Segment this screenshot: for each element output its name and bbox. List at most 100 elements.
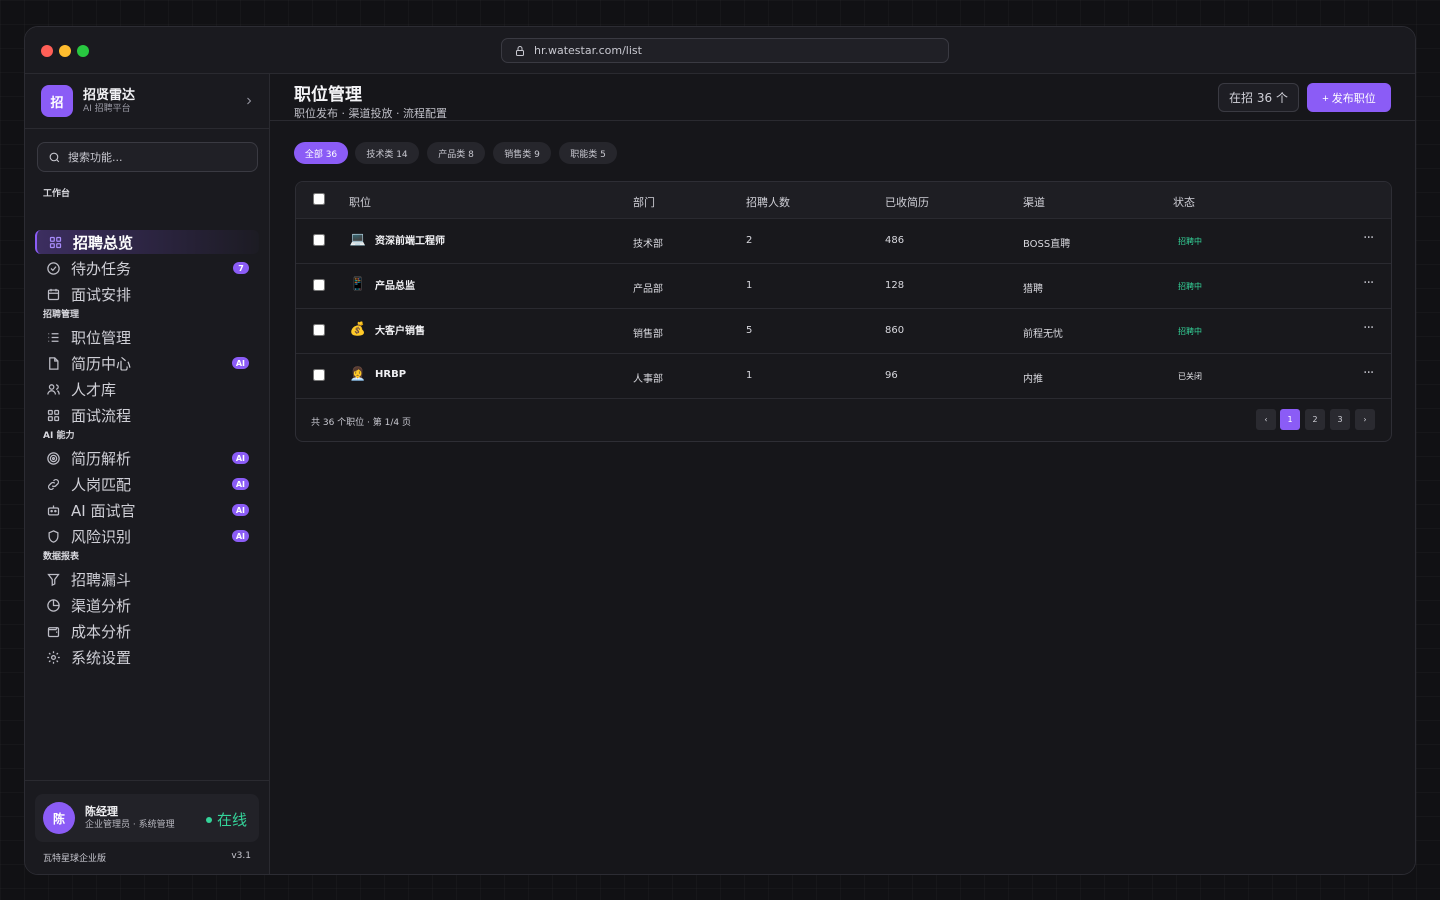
pagination-page-2[interactable]: 2 [1305,409,1325,430]
online-status-label: 在线 [216,811,247,829]
divider [296,398,1391,399]
sidebar-item-todo[interactable]: 待办任务 7 [35,256,259,280]
filter-icon [47,573,60,586]
select-all-checkbox[interactable] [313,193,325,205]
pagination-page-3[interactable]: 3 [1330,409,1350,430]
pie-icon [47,598,60,612]
table-header: 职位 部门 招聘人数 已收简历 渠道 状态 [296,182,1391,219]
main-content: 职位管理 职位发布 · 渠道投放 · 流程配置 在招 36 个 + 发布职位 全… [270,74,1415,874]
sidebar-item-label: 招聘总览 [73,233,134,252]
pagination-page-1[interactable]: 1 [1280,409,1300,430]
lock-icon [516,45,524,56]
sidebar-item-ai-interviewer[interactable]: AI 面试官 AI [35,498,259,522]
more-actions-icon[interactable]: ··· [1363,275,1374,291]
phone-icon: 📱 [349,277,367,292]
version-label: v3.1 [231,851,251,861]
sidebar-item-label: 简历中心 [71,354,132,373]
sidebar-item-resume-parse[interactable]: 简历解析 AI [35,446,259,470]
table-row[interactable]: 💻 资深前端工程师 技术部 2 486 BOSS直聘 招聘中 ··· [296,218,1391,263]
sidebar-item-channel-analysis[interactable]: 渠道分析 [35,593,259,617]
wallet-icon [47,626,60,637]
sidebar-item-talent-pool[interactable]: 人才库 [35,377,259,401]
sidebar-item-resumes[interactable]: 简历中心 AI [35,351,259,375]
brand-name: 招贤雷达 [83,87,136,103]
ai-badge: AI [231,357,249,369]
sidebar-item-funnel[interactable]: 招聘漏斗 [35,567,259,591]
sidebar-item-job-match[interactable]: 人岗匹配 AI [35,472,259,496]
filter-chip-tech[interactable]: 技术类 14 [355,142,419,164]
resumes-cell: 486 [885,235,905,246]
filter-chip-product[interactable]: 产品类 8 [427,142,485,164]
sidebar-item-label: 招聘漏斗 [71,570,132,589]
sidebar-item-label: 成本分析 [71,622,132,641]
sidebar-item-label: 风险识别 [71,527,132,546]
sidebar-item-positions[interactable]: 职位管理 [35,325,259,349]
search-box[interactable] [37,142,258,172]
more-actions-icon[interactable]: ··· [1363,320,1374,336]
department-cell: 产品部 [633,284,663,295]
address-bar[interactable]: hr.watestar.com/list [501,38,949,63]
sidebar-item-label: AI 面试官 [71,501,136,520]
ai-badge: AI [231,478,249,490]
table-footer-summary: 共 36 个职位 · 第 1/4 页 [311,418,411,428]
section-label-reports: 数据报表 [43,552,80,562]
minimize-window-button[interactable] [59,45,71,57]
ai-badge: AI [231,504,249,516]
brand-header[interactable]: 招 招贤雷达 AI 招聘平台 [41,85,255,117]
page-title: 职位管理 [294,85,362,105]
row-checkbox[interactable] [313,279,325,291]
sidebar-item-settings[interactable]: 系统设置 [35,645,259,669]
count-badge: 7 [233,262,249,274]
resumes-cell: 860 [885,325,905,336]
sidebar-item-interview-flow[interactable]: 面试流程 [35,403,259,427]
more-actions-icon[interactable]: ··· [1363,230,1374,246]
avatar: 陈 [43,802,75,834]
open-count-button[interactable]: 在招 36 个 [1218,83,1299,112]
sidebar-item-interview-schedule[interactable]: 面试安排 [35,282,259,306]
businessperson-icon: 👩‍💼 [349,367,367,382]
position-cell: 💻 资深前端工程师 [349,232,445,247]
gear-icon [47,650,60,664]
section-label-ai: AI 能力 [43,431,75,441]
channel-cell: 前程无忧 [1023,329,1063,340]
title-bar: hr.watestar.com/list [25,27,1415,74]
pagination-next-button[interactable]: › [1355,409,1375,430]
positions-table: 职位 部门 招聘人数 已收简历 渠道 状态 💻 资深前端工程师 技术部 2 48… [295,181,1392,442]
position-cell: 👩‍💼 HRBP [349,367,406,382]
position-title: HRBP [375,369,407,380]
position-title: 产品总监 [375,281,415,292]
filter-chip-all[interactable]: 全部 36 [294,142,348,164]
pagination-prev-button[interactable]: ‹ [1256,409,1276,430]
sidebar-item-risk[interactable]: 风险识别 AI [35,524,259,548]
row-checkbox[interactable] [313,369,325,381]
column-header: 已收简历 [885,196,929,209]
list-icon [48,332,59,342]
publish-position-button[interactable]: + 发布职位 [1307,83,1391,112]
status-badge: 招聘中 [1178,282,1202,291]
close-window-button[interactable] [41,45,53,57]
user-card[interactable]: 陈 陈经理 企业管理员 · 系统管理 在线 [35,794,259,842]
sidebar-item-label: 待办任务 [71,259,132,278]
target-icon [47,451,60,465]
headcount-cell: 1 [746,280,753,291]
sidebar-item-cost-analysis[interactable]: 成本分析 [35,619,259,643]
money-bag-icon: 💰 [349,322,367,337]
headcount-cell: 1 [746,370,753,381]
filter-chip-function[interactable]: 职能类 5 [559,142,617,164]
position-cell: 📱 产品总监 [349,277,415,292]
table-row[interactable]: 💰 大客户销售 销售部 5 860 前程无忧 招聘中 ··· [296,308,1391,353]
row-checkbox[interactable] [313,234,325,246]
row-checkbox[interactable] [313,324,325,336]
chevron-right-icon[interactable] [243,94,255,108]
table-row[interactable]: 👩‍💼 HRBP 人事部 1 96 内推 已关闭 ··· [296,353,1391,398]
browser-window: hr.watestar.com/list 招 招贤雷达 AI 招聘平台 工作台 … [24,26,1416,875]
table-row[interactable]: 📱 产品总监 产品部 1 128 猎聘 招聘中 ··· [296,263,1391,308]
headcount-cell: 5 [746,325,753,336]
maximize-window-button[interactable] [77,45,89,57]
more-actions-icon[interactable]: ··· [1363,365,1374,381]
column-header: 状态 [1173,196,1195,209]
sidebar-item-overview[interactable]: 招聘总览 [35,230,259,254]
filter-chip-sales[interactable]: 销售类 9 [493,142,551,164]
sidebar-item-label: 人才库 [71,380,117,399]
search-input[interactable] [68,150,238,164]
